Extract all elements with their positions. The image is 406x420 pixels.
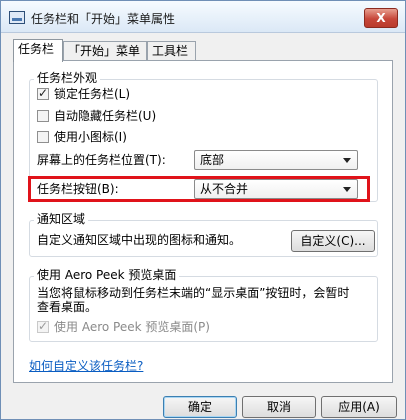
tab-start-menu[interactable]: 「开始」菜单 [63,41,147,60]
auto-hide-checkbox[interactable] [37,110,49,122]
chevron-down-icon [343,158,351,163]
aero-peek-checkbox[interactable] [37,318,49,334]
highlight-annotation [28,176,370,202]
taskbar-app-icon [9,11,25,24]
tab-taskbar[interactable]: 任务栏 [13,39,63,62]
aero-peek-description-line2: 查看桌面。 [37,300,98,314]
window-title: 任务栏和「开始」菜单属性 [31,12,176,26]
taskbar-properties-dialog: 任务栏和「开始」菜单属性 X 任务栏 「开始」菜单 工具栏 任务栏外观 锁定任务… [0,0,406,420]
close-button[interactable]: X [364,8,398,28]
customize-button[interactable]: 自定义(C)... [291,230,375,252]
notification-description: 自定义通知区域中出现的图标和通知。 [37,233,242,247]
auto-hide-label: 自动隐藏任务栏(U) [54,109,157,123]
taskbar-location-select[interactable]: 底部 [194,150,358,170]
tab-toolbars[interactable]: 工具栏 [147,41,196,60]
aero-peek-label: 使用 Aero Peek 预览桌面(P) [54,320,210,334]
taskbar-location-value: 底部 [200,153,225,167]
notification-group-title: 通知区域 [34,212,89,226]
title-bar[interactable]: 任务栏和「开始」菜单属性 X [1,1,405,33]
close-icon: X [376,11,386,25]
taskbar-location-label: 屏幕上的任务栏位置(T): [37,153,166,167]
small-icons-label: 使用小图标(I) [54,130,127,144]
appearance-group-title: 任务栏外观 [34,71,101,85]
apply-button[interactable]: 应用(A) [321,396,397,418]
ok-button[interactable]: 确定 [163,396,237,418]
help-link[interactable]: 如何自定义该任务栏? [29,357,143,374]
lock-taskbar-checkbox[interactable] [37,85,49,101]
cancel-button[interactable]: 取消 [242,396,316,418]
small-icons-checkbox[interactable] [37,131,49,143]
aero-peek-group-title: 使用 Aero Peek 预览桌面 [34,268,180,282]
lock-taskbar-label: 锁定任务栏(L) [54,87,131,101]
